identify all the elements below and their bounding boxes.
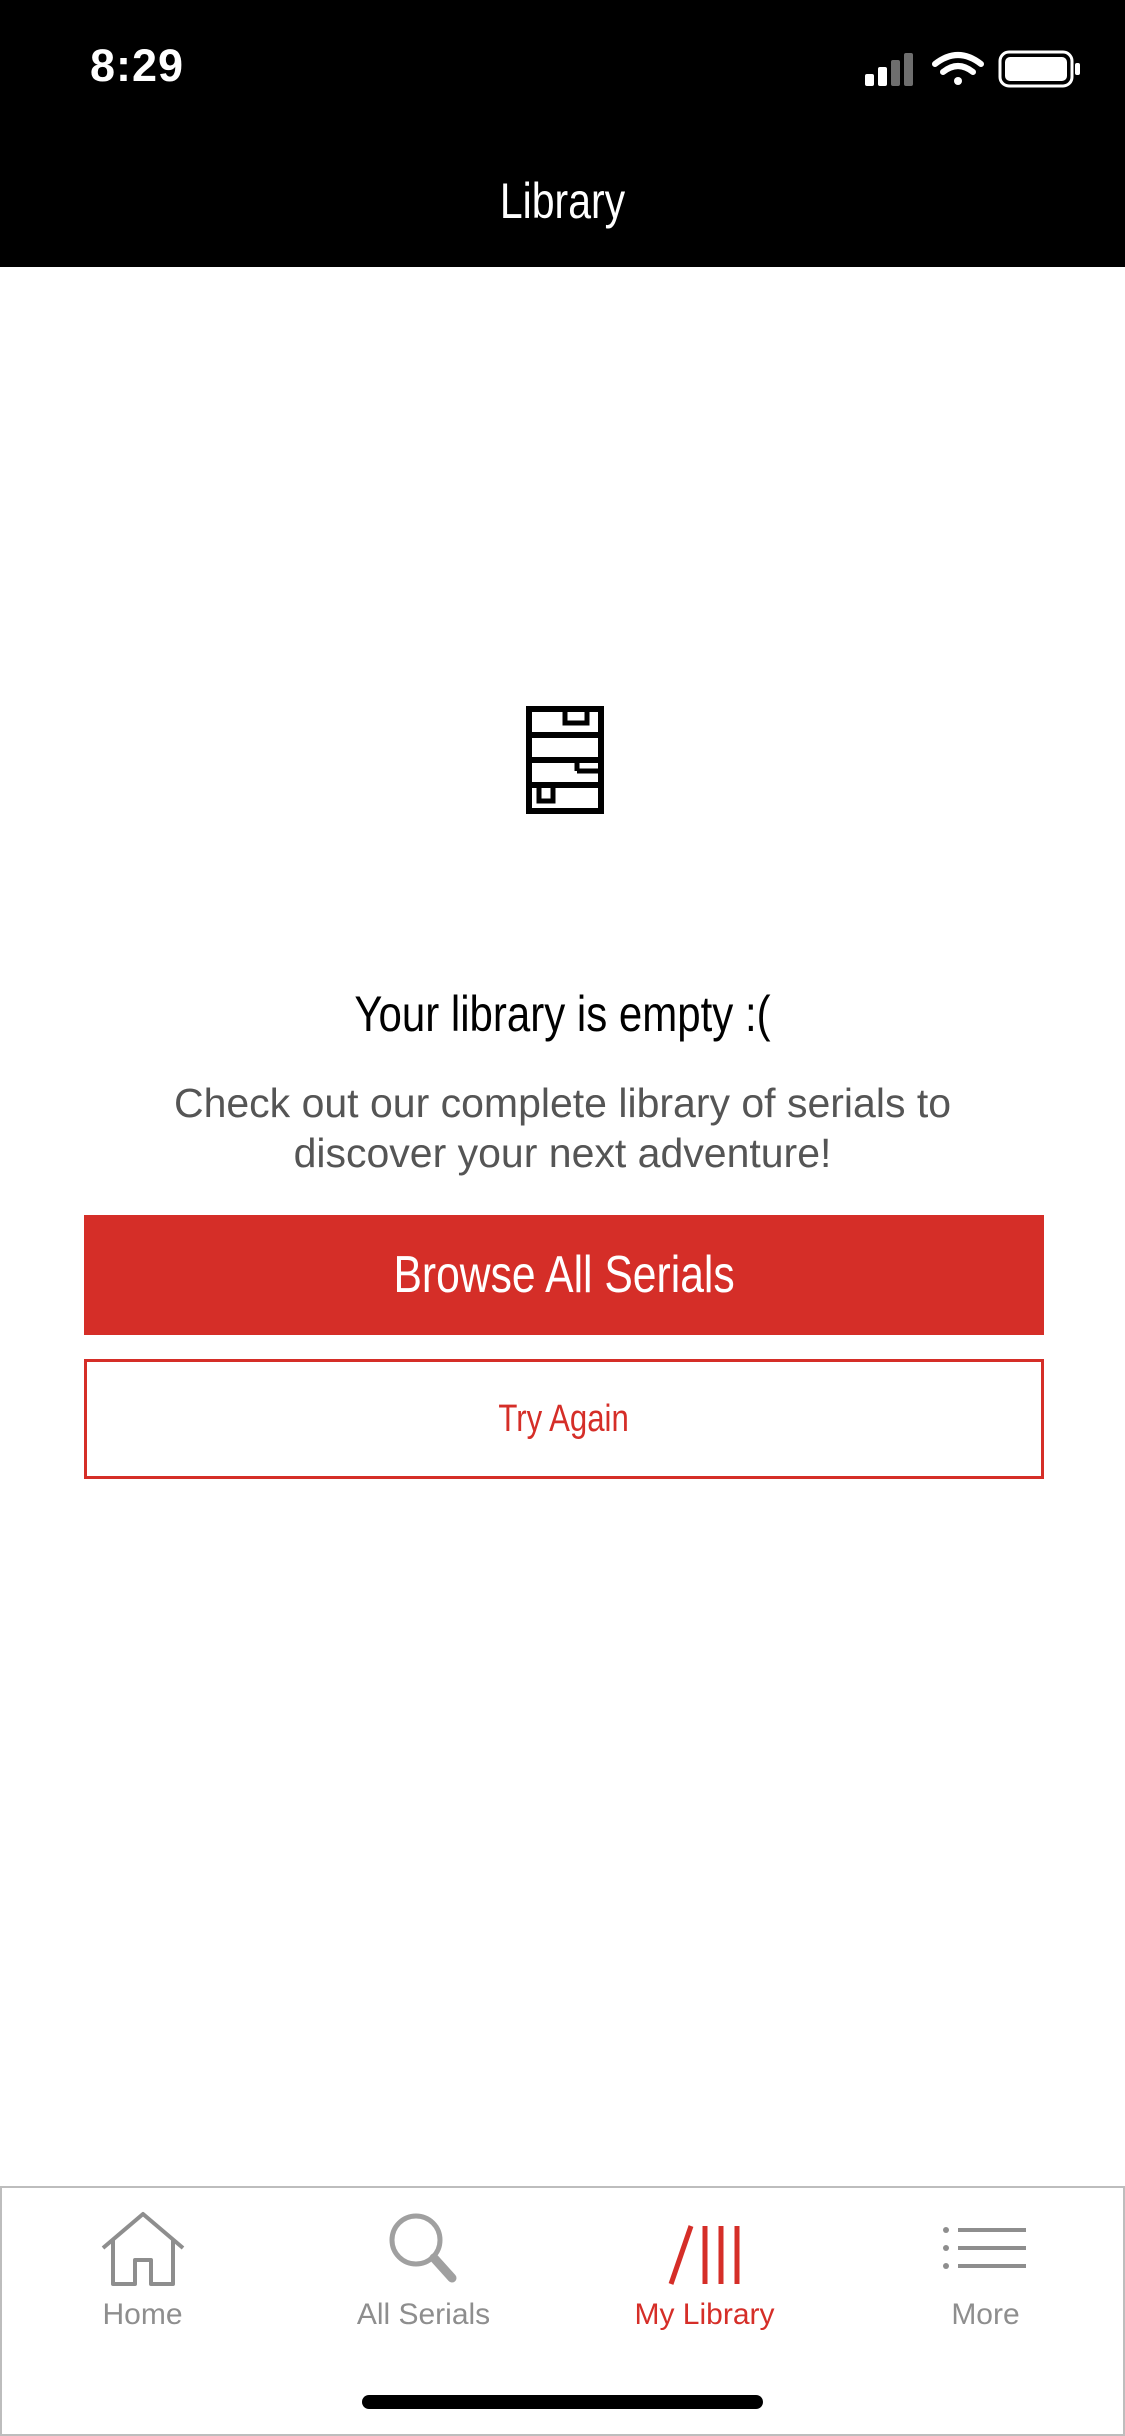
status-bar: 8:29	[0, 0, 1125, 128]
navigation-bar: Library	[0, 128, 1125, 267]
status-icons	[865, 50, 1080, 88]
tab-all-serials-label: All Serials	[356, 2298, 491, 2331]
tab-home[interactable]: Home	[2, 2188, 283, 2358]
menu-icon	[942, 2227, 1026, 2269]
home-icon	[101, 2212, 184, 2286]
empty-state-message: Check out our complete library of serial…	[173, 1080, 952, 1176]
search-icon	[389, 2213, 456, 2283]
try-again-button[interactable]: Try Again	[84, 1359, 1044, 1479]
browse-all-serials-button[interactable]: Browse All Serials	[84, 1215, 1044, 1335]
status-time: 8:29	[90, 40, 185, 91]
bookshelf-icon	[526, 706, 604, 814]
tab-my-library-label: My Library	[634, 2298, 775, 2331]
empty-state-title: Your library is empty :(	[354, 986, 771, 1042]
tab-more[interactable]: More	[845, 2188, 1125, 2358]
tab-all-serials[interactable]: All Serials	[283, 2188, 564, 2358]
tab-my-library[interactable]: My Library	[564, 2188, 845, 2358]
browse-all-serials-label: Browse All Serials	[393, 1246, 735, 1304]
battery-icon	[998, 50, 1080, 88]
tab-more-label: More	[951, 2298, 1020, 2331]
tab-home-label: Home	[102, 2298, 183, 2331]
cellular-signal-icon	[865, 53, 913, 86]
home-indicator[interactable]	[362, 2395, 763, 2409]
library-icon	[668, 2225, 739, 2285]
page-title: Library	[499, 173, 626, 229]
wifi-icon	[932, 52, 984, 85]
try-again-label: Try Again	[498, 1397, 630, 1440]
